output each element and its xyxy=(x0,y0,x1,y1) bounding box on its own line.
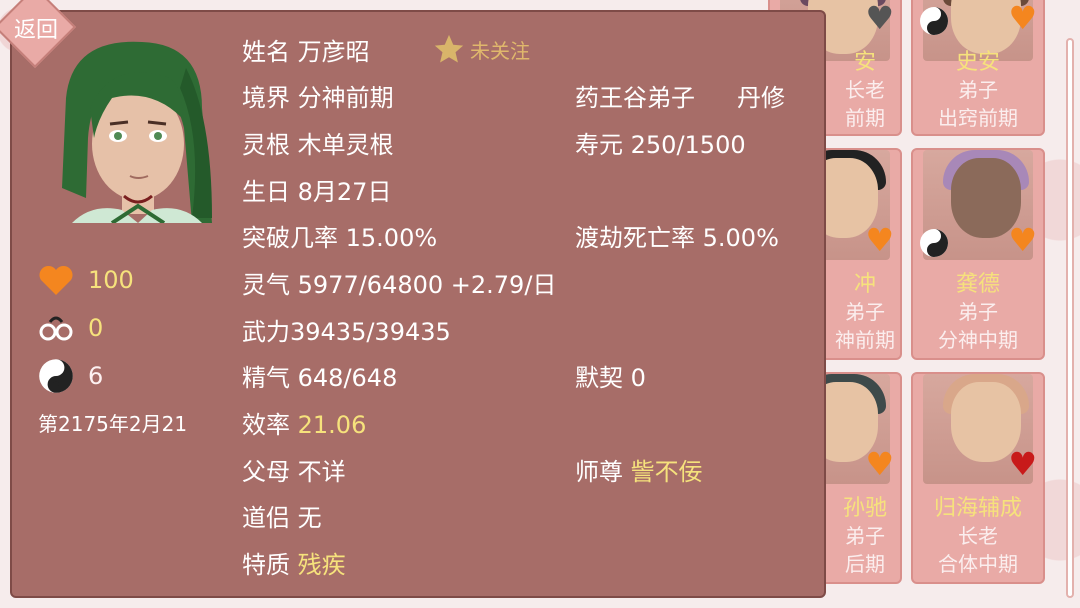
shackle-stat: 0 xyxy=(38,312,103,344)
taiji-icon xyxy=(920,229,948,257)
partner-row: 道侣 无 xyxy=(242,498,322,533)
tribulation-value: 5.00% xyxy=(702,224,779,252)
back-label: 返回 xyxy=(13,18,58,43)
heart-icon: ♥ xyxy=(865,221,894,259)
force-row: 武力39435/39435 xyxy=(242,312,451,347)
realm-value: 分神前期 xyxy=(297,84,394,112)
rapport-value: 0 xyxy=(630,364,646,392)
breakthrough-label: 突破几率 xyxy=(242,224,338,252)
heart-icon: ♥ xyxy=(1008,221,1037,259)
star-icon xyxy=(434,34,464,63)
shackle-value: 0 xyxy=(88,314,104,342)
efficiency-value: 21.06 xyxy=(297,411,367,439)
efficiency-label: 效率 xyxy=(242,411,290,439)
card-name: 史安 xyxy=(955,50,1000,75)
card-title: 长老 xyxy=(845,78,885,102)
character-detail-panel: 100 0 6 第2175年2月21 未关注 姓名 万彦昭 境界 分神前期 灵根… xyxy=(10,10,826,598)
card-realm: 前期 xyxy=(845,106,885,130)
name-value: 万彦昭 xyxy=(297,38,370,66)
taiji-icon xyxy=(39,359,73,393)
card-title: 弟子 xyxy=(958,78,998,102)
taiji-stat: 6 xyxy=(38,358,103,394)
favor-stat: 100 xyxy=(38,264,134,296)
card-realm: 神前期 xyxy=(835,328,895,352)
taiji-icon xyxy=(920,7,948,35)
game-date: 第2175年2月21 xyxy=(38,412,188,436)
root-value: 木单灵根 xyxy=(297,131,394,159)
favor-value: 100 xyxy=(88,266,134,294)
force-label: 武力 xyxy=(242,318,290,346)
tribulation-label: 渡劫死亡率 xyxy=(575,224,695,252)
handcuffs-icon xyxy=(39,316,73,341)
heart-icon: ♥ xyxy=(1008,445,1037,483)
roster-card[interactable]: ♥ 龚德 弟子 分神中期 xyxy=(911,148,1045,360)
card-title: 弟子 xyxy=(845,300,885,324)
efficiency-row: 效率 21.06 xyxy=(242,405,366,440)
birthday-row: 生日 8月27日 xyxy=(242,172,391,207)
essence-value: 648/648 xyxy=(297,364,398,392)
rapport-label: 默契 xyxy=(575,364,623,392)
heart-icon: ♥ xyxy=(1008,0,1037,37)
card-name: 冲 xyxy=(853,272,876,297)
qi-row: 灵气 5977/64800 +2.79/日 xyxy=(242,265,556,300)
birthday-value: 8月27日 xyxy=(297,178,392,206)
roster-card[interactable]: ♥ 归海辅成 长老 合体中期 xyxy=(911,372,1045,584)
profession-value: 丹修 xyxy=(737,84,785,112)
birthday-label: 生日 xyxy=(242,178,290,206)
heart-icon: ♥ xyxy=(865,445,894,483)
qi-value: 5977/64800 +2.79/日 xyxy=(297,271,557,299)
card-realm: 后期 xyxy=(845,552,885,576)
parents-value: 不详 xyxy=(297,458,346,486)
essence-label: 精气 xyxy=(242,364,290,392)
qi-label: 灵气 xyxy=(242,271,290,299)
parents-label: 父母 xyxy=(242,458,290,486)
root-row: 灵根 木单灵根 xyxy=(242,125,394,160)
card-realm: 合体中期 xyxy=(938,552,1018,576)
card-realm: 分神中期 xyxy=(938,328,1018,352)
follow-label: 未关注 xyxy=(470,38,530,63)
parents-row: 父母 不详 xyxy=(242,452,346,487)
card-realm: 出窍前期 xyxy=(938,106,1018,130)
taiji-value: 6 xyxy=(88,362,104,390)
master-value[interactable]: 訾不佞 xyxy=(631,458,703,486)
card-name: 归海辅成 xyxy=(933,496,1022,521)
heart-icon xyxy=(39,265,73,295)
roster-card[interactable]: ♥ 史安 弟子 出窍前期 xyxy=(911,0,1045,136)
card-name: 孙驰 xyxy=(842,496,887,521)
follow-toggle[interactable]: 未关注 xyxy=(432,32,530,66)
card-name: 安 xyxy=(853,50,876,75)
tribulation-row: 渡劫死亡率 5.00% xyxy=(575,218,779,253)
master-row: 师尊 訾不佞 xyxy=(575,452,703,487)
card-name: 龚德 xyxy=(955,272,1000,297)
force-value: 39435/39435 xyxy=(290,318,451,346)
name-row: 姓名 万彦昭 xyxy=(242,32,370,67)
scrollbar[interactable] xyxy=(1066,38,1074,598)
sect-value: 药王谷弟子 xyxy=(575,84,695,112)
realm-row: 境界 分神前期 xyxy=(242,78,394,113)
essence-row: 精气 648/648 xyxy=(242,358,397,393)
sect-row: 药王谷弟子 丹修 xyxy=(575,78,785,113)
lifespan-row: 寿元 250/1500 xyxy=(575,125,746,160)
breakthrough-row: 突破几率 15.00% xyxy=(242,218,437,253)
breakthrough-value: 15.00% xyxy=(345,224,438,252)
trait-label: 特质 xyxy=(242,551,290,579)
card-title: 弟子 xyxy=(845,524,885,548)
rapport-row: 默契 0 xyxy=(575,358,646,393)
lifespan-value: 250/1500 xyxy=(630,131,746,159)
partner-label: 道侣 xyxy=(242,504,290,532)
card-title: 弟子 xyxy=(958,300,998,324)
heart-icon: ♥ xyxy=(865,0,894,37)
root-label: 灵根 xyxy=(242,131,290,159)
name-label: 姓名 xyxy=(242,38,290,66)
master-label: 师尊 xyxy=(575,458,623,486)
trait-row: 特质 残疾 xyxy=(242,545,346,580)
partner-value: 无 xyxy=(297,504,322,532)
card-title: 长老 xyxy=(958,524,998,548)
trait-value[interactable]: 残疾 xyxy=(298,551,346,579)
lifespan-label: 寿元 xyxy=(575,131,623,159)
realm-label: 境界 xyxy=(242,84,290,112)
back-button[interactable]: 返回 xyxy=(0,0,84,86)
